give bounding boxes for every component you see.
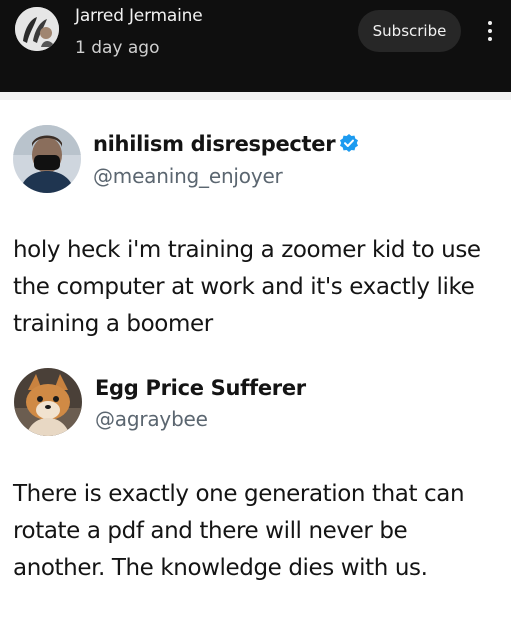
subscribe-button[interactable]: Subscribe	[358, 10, 461, 52]
channel-avatar[interactable]	[15, 7, 59, 51]
avatar-image	[14, 368, 82, 436]
text-line: training a boomer	[13, 311, 213, 337]
divider	[0, 92, 511, 100]
avatar[interactable]	[14, 368, 82, 436]
post-timestamp: 1 day ago	[75, 38, 160, 58]
tweet-author-handle[interactable]: @meaning_enjoyer	[93, 164, 283, 188]
tweet-author-handle[interactable]: @agraybee	[95, 407, 208, 431]
avatar-image	[13, 125, 81, 193]
vertical-ellipsis-icon[interactable]	[478, 14, 502, 48]
tweet-author-name[interactable]: Egg Price Sufferer	[95, 376, 306, 400]
channel-name[interactable]: Jarred Jermaine	[75, 6, 203, 26]
tweet-text: holy heck i'm training a zoomer kid to u…	[13, 232, 481, 343]
text-line: There is exactly one generation that can	[13, 481, 465, 507]
avatar[interactable]	[13, 125, 81, 193]
post-header: Jarred Jermaine 1 day ago Subscribe	[0, 0, 511, 92]
tweet-author-name[interactable]: nihilism disrespecter	[93, 132, 359, 156]
text-line: rotate a pdf and there will never be	[13, 518, 408, 544]
avatar-image	[15, 7, 59, 51]
tweet-text: There is exactly one generation that can…	[13, 476, 465, 587]
verified-badge-icon	[340, 134, 359, 152]
text-line: the computer at work and it's exactly li…	[13, 274, 475, 300]
display-name: nihilism disrespecter	[93, 132, 336, 156]
text-line: another. The knowledge dies with us.	[13, 555, 428, 581]
text-line: holy heck i'm training a zoomer kid to u…	[13, 237, 481, 263]
